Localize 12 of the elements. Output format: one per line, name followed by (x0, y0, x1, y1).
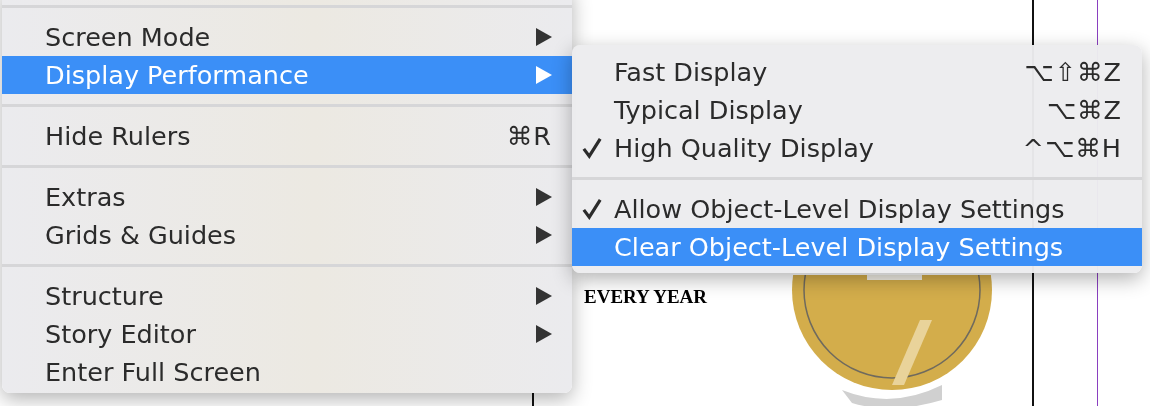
menu-item[interactable]: Fast Display ⌥⇧⌘Z (572, 53, 1142, 91)
menu-item[interactable]: Structure (2, 277, 572, 315)
document-text: EVERY YEAR (584, 286, 708, 308)
menu-item[interactable]: Screen Mode (2, 18, 572, 56)
menu-item[interactable]: Allow Object-Level Display Settings (572, 190, 1142, 228)
menu-item[interactable]: Story Editor (2, 315, 572, 353)
menu-item[interactable]: Enter Full Screen (2, 353, 572, 391)
menu-item[interactable]: Extras (2, 178, 572, 216)
menu-item[interactable]: Typical Display ⌥⌘Z (572, 91, 1142, 129)
menu-item[interactable]: Grids & Guides (2, 216, 572, 254)
menu-item[interactable]: Hide Rulers ⌘R (2, 117, 572, 155)
menu-item[interactable]: High Quality Display ^⌥⌘H (572, 129, 1142, 167)
